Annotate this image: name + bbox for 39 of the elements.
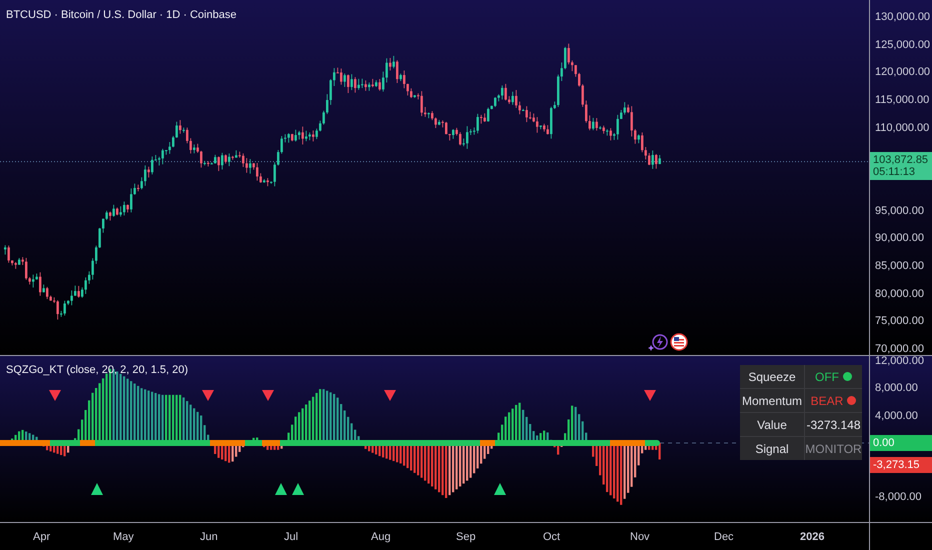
indicator-title: SQZGo_KT (close, 20, 2, 20, 1.5, 20) xyxy=(6,364,188,376)
time-axis-label: Aug xyxy=(371,531,391,543)
status-text: OFF xyxy=(815,370,839,384)
indicator-axis-label: 12,000.00 xyxy=(875,354,924,369)
price-axis-label: 110,000.00 xyxy=(874,120,930,136)
countdown-text: 05:11:13 xyxy=(873,166,916,178)
time-axis-label: Sep xyxy=(456,531,476,543)
time-axis-label: Nov xyxy=(630,531,650,543)
price-axis-label: 80,000.00 xyxy=(874,286,925,302)
table-label-cell: Squeeze xyxy=(740,365,804,388)
time-axis-label: Dec xyxy=(714,531,734,543)
time-axis-label: May xyxy=(113,531,134,543)
status-text: MONITOR xyxy=(805,442,862,456)
price-axis-label: 125,000.00 xyxy=(874,38,932,53)
price-axis-label: 70,000.00 xyxy=(874,342,925,356)
time-axis-label: Jun xyxy=(200,531,218,543)
chart-title: BTCUSD · Bitcoin / U.S. Dollar · 1D · Coinbase xyxy=(6,9,236,21)
current-value-tag: -3,273.15 xyxy=(870,457,932,473)
table-label-cell: Momentum xyxy=(740,389,804,412)
time-axis-label: 2026 xyxy=(800,531,824,543)
zero-value-tag: 0.00 xyxy=(870,435,932,451)
status-text: BEAR xyxy=(810,394,844,408)
table-label-cell: Signal xyxy=(740,437,804,460)
price-axis-label: 90,000.00 xyxy=(874,231,925,246)
price-axis-label: 75,000.00 xyxy=(874,314,925,330)
indicator-axis-label: -8,000.00 xyxy=(875,490,922,505)
indicator-axis-label: 4,000.00 xyxy=(875,409,918,424)
price-axis-label: 130,000.00 xyxy=(874,10,932,25)
status-text: -3273.148 xyxy=(806,418,861,432)
time-axis-label: Oct xyxy=(543,531,560,543)
price-axis-label: 85,000.00 xyxy=(874,258,925,274)
indicator-axis-label: 8,000.00 xyxy=(875,381,918,396)
price-axis-label: 115,000.00 xyxy=(874,92,930,108)
time-axis-label: Apr xyxy=(33,531,50,543)
time-axis-label: Jul xyxy=(284,531,298,543)
price-axis-label: 120,000.00 xyxy=(874,65,932,80)
last-price-text: 103,872.85 xyxy=(873,154,929,166)
table-label-cell: Value xyxy=(740,413,804,436)
price-axis-label: 95,000.00 xyxy=(874,204,925,219)
